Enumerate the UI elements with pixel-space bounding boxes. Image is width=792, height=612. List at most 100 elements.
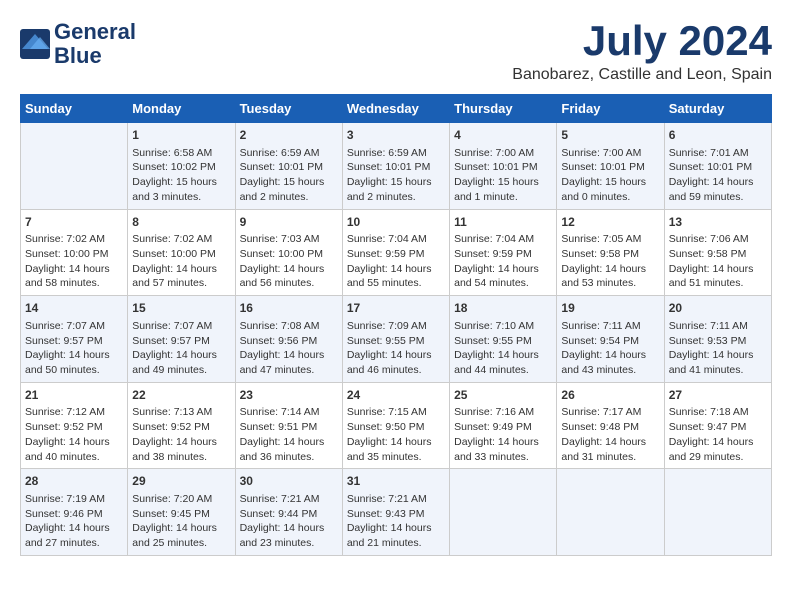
calendar-cell: 16 Sunrise: 7:08 AM Sunset: 9:56 PM Dayli… (235, 296, 342, 383)
calendar-cell: 10Sunrise: 7:04 AM Sunset: 9:59 PM Dayli… (342, 209, 449, 296)
day-content: Sunrise: 6:58 AM Sunset: 10:02 PM Daylig… (132, 146, 230, 205)
day-content: Sunrise: 7:19 AM Sunset: 9:46 PM Dayligh… (25, 492, 123, 551)
day-number: 20 (669, 300, 767, 317)
day-number: 18 (454, 300, 552, 317)
day-number: 9 (240, 214, 338, 231)
day-content: Sunrise: 7:17 AM Sunset: 9:48 PM Dayligh… (561, 405, 659, 464)
calendar-cell (557, 469, 664, 556)
day-content: Sunrise: 6:59 AM Sunset: 10:01 PM Daylig… (240, 146, 338, 205)
calendar-cell: 18 Sunrise: 7:10 AM Sunset: 9:55 PM Dayli… (450, 296, 557, 383)
calendar-cell (450, 469, 557, 556)
day-number: 30 (240, 473, 338, 490)
calendar-cell: 28Sunrise: 7:19 AM Sunset: 9:46 PM Dayli… (21, 469, 128, 556)
day-content: Sunrise: 7:04 AM Sunset: 9:59 PM Dayligh… (347, 232, 445, 291)
day-header-friday: Friday (557, 95, 664, 123)
day-header-wednesday: Wednesday (342, 95, 449, 123)
day-content: Sunrise: 7:00 AM Sunset: 10:01 PM Daylig… (454, 146, 552, 205)
day-number: 13 (669, 214, 767, 231)
day-content: Sunrise: 7:15 AM Sunset: 9:50 PM Dayligh… (347, 405, 445, 464)
day-number: 22 (132, 387, 230, 404)
calendar-cell: 31 Sunrise: 7:21 AM Sunset: 9:43 PM Dayli… (342, 469, 449, 556)
calendar-cell (664, 469, 771, 556)
day-content: Sunrise: 7:03 AM Sunset: 10:00 PM Daylig… (240, 232, 338, 291)
calendar-cell: 9Sunrise: 7:03 AM Sunset: 10:00 PM Dayli… (235, 209, 342, 296)
day-number: 23 (240, 387, 338, 404)
day-number: 24 (347, 387, 445, 404)
calendar-table: SundayMondayTuesdayWednesdayThursdayFrid… (20, 94, 772, 556)
day-content: Sunrise: 7:04 AM Sunset: 9:59 PM Dayligh… (454, 232, 552, 291)
calendar-cell: 17 Sunrise: 7:09 AM Sunset: 9:55 PM Dayli… (342, 296, 449, 383)
day-content: Sunrise: 7:21 AM Sunset: 9:44 PM Dayligh… (240, 492, 338, 551)
day-content: Sunrise: 7:10 AM Sunset: 9:55 PM Dayligh… (454, 319, 552, 378)
calendar-cell: 22Sunrise: 7:13 AM Sunset: 9:52 PM Dayli… (128, 382, 235, 469)
calendar-cell: 23Sunrise: 7:14 AM Sunset: 9:51 PM Dayli… (235, 382, 342, 469)
logo: General Blue (20, 20, 136, 68)
day-header-thursday: Thursday (450, 95, 557, 123)
calendar-cell: 26Sunrise: 7:17 AM Sunset: 9:48 PM Dayli… (557, 382, 664, 469)
calendar-cell: 5 Sunrise: 7:00 AM Sunset: 10:01 PM Dayli… (557, 123, 664, 210)
day-number: 11 (454, 214, 552, 231)
day-number: 16 (240, 300, 338, 317)
calendar-cell: 19Sunrise: 7:11 AM Sunset: 9:54 PM Dayli… (557, 296, 664, 383)
week-row-2: 7Sunrise: 7:02 AM Sunset: 10:00 PM Dayli… (21, 209, 772, 296)
month-title: July 2024 (512, 20, 772, 62)
page-header: General Blue July 2024 Banobarez, Castil… (20, 20, 772, 84)
calendar-cell: 11Sunrise: 7:04 AM Sunset: 9:59 PM Dayli… (450, 209, 557, 296)
day-content: Sunrise: 7:00 AM Sunset: 10:01 PM Daylig… (561, 146, 659, 205)
day-header-saturday: Saturday (664, 95, 771, 123)
calendar-cell: 29 Sunrise: 7:20 AM Sunset: 9:45 PM Dayli… (128, 469, 235, 556)
calendar-cell: 20 Sunrise: 7:11 AM Sunset: 9:53 PM Dayli… (664, 296, 771, 383)
day-content: Sunrise: 7:18 AM Sunset: 9:47 PM Dayligh… (669, 405, 767, 464)
day-number: 10 (347, 214, 445, 231)
calendar-cell: 2 Sunrise: 6:59 AM Sunset: 10:01 PM Dayli… (235, 123, 342, 210)
day-header-monday: Monday (128, 95, 235, 123)
day-content: Sunrise: 7:14 AM Sunset: 9:51 PM Dayligh… (240, 405, 338, 464)
day-number: 5 (561, 127, 659, 144)
day-header-sunday: Sunday (21, 95, 128, 123)
day-content: Sunrise: 7:05 AM Sunset: 9:58 PM Dayligh… (561, 232, 659, 291)
week-row-3: 14 Sunrise: 7:07 AM Sunset: 9:57 PM Dayli… (21, 296, 772, 383)
day-content: Sunrise: 7:16 AM Sunset: 9:49 PM Dayligh… (454, 405, 552, 464)
day-content: Sunrise: 7:02 AM Sunset: 10:00 PM Daylig… (25, 232, 123, 291)
day-number: 25 (454, 387, 552, 404)
day-content: Sunrise: 7:11 AM Sunset: 9:53 PM Dayligh… (669, 319, 767, 378)
day-content: Sunrise: 7:09 AM Sunset: 9:55 PM Dayligh… (347, 319, 445, 378)
calendar-cell: 14 Sunrise: 7:07 AM Sunset: 9:57 PM Dayli… (21, 296, 128, 383)
calendar-cell: 25Sunrise: 7:16 AM Sunset: 9:49 PM Dayli… (450, 382, 557, 469)
calendar-cell: 24Sunrise: 7:15 AM Sunset: 9:50 PM Dayli… (342, 382, 449, 469)
calendar-cell: 12Sunrise: 7:05 AM Sunset: 9:58 PM Dayli… (557, 209, 664, 296)
calendar-cell: 13Sunrise: 7:06 AM Sunset: 9:58 PM Dayli… (664, 209, 771, 296)
logo-line2: Blue (54, 44, 136, 68)
days-header-row: SundayMondayTuesdayWednesdayThursdayFrid… (21, 95, 772, 123)
week-row-4: 21Sunrise: 7:12 AM Sunset: 9:52 PM Dayli… (21, 382, 772, 469)
day-number: 31 (347, 473, 445, 490)
day-number: 14 (25, 300, 123, 317)
calendar-cell (21, 123, 128, 210)
calendar-cell: 27Sunrise: 7:18 AM Sunset: 9:47 PM Dayli… (664, 382, 771, 469)
day-number: 29 (132, 473, 230, 490)
day-content: Sunrise: 6:59 AM Sunset: 10:01 PM Daylig… (347, 146, 445, 205)
logo-icon (20, 29, 50, 59)
day-content: Sunrise: 7:08 AM Sunset: 9:56 PM Dayligh… (240, 319, 338, 378)
calendar-cell: 30 Sunrise: 7:21 AM Sunset: 9:44 PM Dayli… (235, 469, 342, 556)
calendar-cell: 15Sunrise: 7:07 AM Sunset: 9:57 PM Dayli… (128, 296, 235, 383)
day-number: 4 (454, 127, 552, 144)
day-content: Sunrise: 7:07 AM Sunset: 9:57 PM Dayligh… (25, 319, 123, 378)
day-content: Sunrise: 7:20 AM Sunset: 9:45 PM Dayligh… (132, 492, 230, 551)
logo-line1: General (54, 20, 136, 44)
day-number: 12 (561, 214, 659, 231)
calendar-cell: 1Sunrise: 6:58 AM Sunset: 10:02 PM Dayli… (128, 123, 235, 210)
day-number: 21 (25, 387, 123, 404)
day-content: Sunrise: 7:07 AM Sunset: 9:57 PM Dayligh… (132, 319, 230, 378)
day-content: Sunrise: 7:13 AM Sunset: 9:52 PM Dayligh… (132, 405, 230, 464)
day-content: Sunrise: 7:01 AM Sunset: 10:01 PM Daylig… (669, 146, 767, 205)
calendar-cell: 8Sunrise: 7:02 AM Sunset: 10:00 PM Dayli… (128, 209, 235, 296)
day-number: 2 (240, 127, 338, 144)
day-number: 17 (347, 300, 445, 317)
calendar-cell: 3 Sunrise: 6:59 AM Sunset: 10:01 PM Dayli… (342, 123, 449, 210)
day-content: Sunrise: 7:02 AM Sunset: 10:00 PM Daylig… (132, 232, 230, 291)
day-content: Sunrise: 7:21 AM Sunset: 9:43 PM Dayligh… (347, 492, 445, 551)
day-number: 8 (132, 214, 230, 231)
title-block: July 2024 Banobarez, Castille and Leon, … (512, 20, 772, 84)
day-number: 3 (347, 127, 445, 144)
